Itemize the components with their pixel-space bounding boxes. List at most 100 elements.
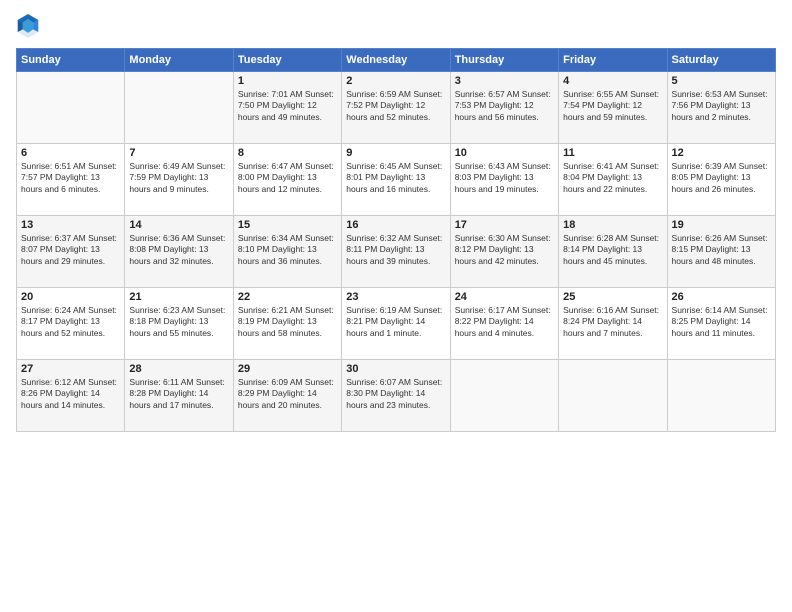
day-number: 22 [238, 291, 337, 303]
calendar-week-3: 13 Sunrise: 6:37 AM Sunset: 8:07 PM Dayli… [17, 216, 776, 288]
calendar-cell: 14 Sunrise: 6:36 AM Sunset: 8:08 PM Dayli… [125, 216, 233, 288]
col-header-sunday: Sunday [17, 49, 125, 72]
calendar-week-1: 1 Sunrise: 7:01 AM Sunset: 7:50 PM Daylig… [17, 72, 776, 144]
calendar-cell: 10 Sunrise: 6:43 AM Sunset: 8:03 PM Dayli… [450, 144, 558, 216]
day-info: Sunrise: 6:24 AM Sunset: 8:17 PM Dayligh… [21, 305, 120, 339]
day-number: 27 [21, 363, 120, 375]
day-info: Sunrise: 6:07 AM Sunset: 8:30 PM Dayligh… [346, 377, 445, 411]
calendar-cell: 7 Sunrise: 6:49 AM Sunset: 7:59 PM Daylig… [125, 144, 233, 216]
day-info: Sunrise: 6:41 AM Sunset: 8:04 PM Dayligh… [563, 161, 662, 195]
day-info: Sunrise: 6:19 AM Sunset: 8:21 PM Dayligh… [346, 305, 445, 339]
day-number: 1 [238, 75, 337, 87]
calendar-cell [559, 360, 667, 432]
day-number: 25 [563, 291, 662, 303]
day-number: 24 [455, 291, 554, 303]
col-header-wednesday: Wednesday [342, 49, 450, 72]
page: SundayMondayTuesdayWednesdayThursdayFrid… [0, 0, 792, 612]
day-info: Sunrise: 6:34 AM Sunset: 8:10 PM Dayligh… [238, 233, 337, 267]
col-header-thursday: Thursday [450, 49, 558, 72]
day-info: Sunrise: 6:12 AM Sunset: 8:26 PM Dayligh… [21, 377, 120, 411]
day-info: Sunrise: 6:17 AM Sunset: 8:22 PM Dayligh… [455, 305, 554, 339]
day-number: 11 [563, 147, 662, 159]
calendar-cell: 20 Sunrise: 6:24 AM Sunset: 8:17 PM Dayli… [17, 288, 125, 360]
calendar-cell: 4Sunrise: 6:55 AM Sunset: 7:54 PM Daylig… [559, 72, 667, 144]
calendar-cell: 28Sunrise: 6:11 AM Sunset: 8:28 PM Dayli… [125, 360, 233, 432]
col-header-saturday: Saturday [667, 49, 775, 72]
day-info: Sunrise: 6:43 AM Sunset: 8:03 PM Dayligh… [455, 161, 554, 195]
day-number: 9 [346, 147, 445, 159]
day-number: 16 [346, 219, 445, 231]
day-info: Sunrise: 6:53 AM Sunset: 7:56 PM Dayligh… [672, 89, 771, 123]
day-number: 14 [129, 219, 228, 231]
calendar-cell: 15 Sunrise: 6:34 AM Sunset: 8:10 PM Dayli… [233, 216, 341, 288]
calendar-cell: 1 Sunrise: 7:01 AM Sunset: 7:50 PM Daylig… [233, 72, 341, 144]
day-number: 6 [21, 147, 120, 159]
day-number: 21 [129, 291, 228, 303]
day-info: Sunrise: 6:39 AM Sunset: 8:05 PM Dayligh… [672, 161, 771, 195]
calendar-cell: 5Sunrise: 6:53 AM Sunset: 7:56 PM Daylig… [667, 72, 775, 144]
day-info: Sunrise: 6:16 AM Sunset: 8:24 PM Dayligh… [563, 305, 662, 339]
calendar-cell: 24 Sunrise: 6:17 AM Sunset: 8:22 PM Dayli… [450, 288, 558, 360]
col-header-monday: Monday [125, 49, 233, 72]
calendar-cell: 23 Sunrise: 6:19 AM Sunset: 8:21 PM Dayli… [342, 288, 450, 360]
day-info: Sunrise: 6:26 AM Sunset: 8:15 PM Dayligh… [672, 233, 771, 267]
calendar-cell: 25 Sunrise: 6:16 AM Sunset: 8:24 PM Dayli… [559, 288, 667, 360]
day-number: 15 [238, 219, 337, 231]
day-info: Sunrise: 7:01 AM Sunset: 7:50 PM Dayligh… [238, 89, 337, 123]
calendar-cell: 11 Sunrise: 6:41 AM Sunset: 8:04 PM Dayli… [559, 144, 667, 216]
day-info: Sunrise: 6:47 AM Sunset: 8:00 PM Dayligh… [238, 161, 337, 195]
calendar-cell: 19 Sunrise: 6:26 AM Sunset: 8:15 PM Dayli… [667, 216, 775, 288]
day-info: Sunrise: 6:59 AM Sunset: 7:52 PM Dayligh… [346, 89, 445, 123]
day-info: Sunrise: 6:51 AM Sunset: 7:57 PM Dayligh… [21, 161, 120, 195]
day-number: 18 [563, 219, 662, 231]
day-info: Sunrise: 6:11 AM Sunset: 8:28 PM Dayligh… [129, 377, 228, 411]
calendar-cell: 27 Sunrise: 6:12 AM Sunset: 8:26 PM Dayli… [17, 360, 125, 432]
day-number: 29 [238, 363, 337, 375]
day-number: 7 [129, 147, 228, 159]
calendar-cell: 2Sunrise: 6:59 AM Sunset: 7:52 PM Daylig… [342, 72, 450, 144]
day-number: 13 [21, 219, 120, 231]
col-header-tuesday: Tuesday [233, 49, 341, 72]
day-info: Sunrise: 6:30 AM Sunset: 8:12 PM Dayligh… [455, 233, 554, 267]
calendar-cell [450, 360, 558, 432]
day-number: 3 [455, 75, 554, 87]
calendar-cell: 30 Sunrise: 6:07 AM Sunset: 8:30 PM Dayli… [342, 360, 450, 432]
calendar-cell [17, 72, 125, 144]
calendar-cell: 21Sunrise: 6:23 AM Sunset: 8:18 PM Dayli… [125, 288, 233, 360]
calendar-cell: 17 Sunrise: 6:30 AM Sunset: 8:12 PM Dayli… [450, 216, 558, 288]
calendar-table: SundayMondayTuesdayWednesdayThursdayFrid… [16, 48, 776, 432]
calendar-cell: 22 Sunrise: 6:21 AM Sunset: 8:19 PM Dayli… [233, 288, 341, 360]
calendar-header-row: SundayMondayTuesdayWednesdayThursdayFrid… [17, 49, 776, 72]
day-number: 17 [455, 219, 554, 231]
calendar-cell: 29Sunrise: 6:09 AM Sunset: 8:29 PM Dayli… [233, 360, 341, 432]
day-info: Sunrise: 6:21 AM Sunset: 8:19 PM Dayligh… [238, 305, 337, 339]
logo [16, 12, 44, 40]
day-info: Sunrise: 6:49 AM Sunset: 7:59 PM Dayligh… [129, 161, 228, 195]
day-number: 10 [455, 147, 554, 159]
day-info: Sunrise: 6:14 AM Sunset: 8:25 PM Dayligh… [672, 305, 771, 339]
calendar-cell: 6 Sunrise: 6:51 AM Sunset: 7:57 PM Daylig… [17, 144, 125, 216]
calendar-cell: 3 Sunrise: 6:57 AM Sunset: 7:53 PM Daylig… [450, 72, 558, 144]
calendar-cell: 26 Sunrise: 6:14 AM Sunset: 8:25 PM Dayli… [667, 288, 775, 360]
day-number: 20 [21, 291, 120, 303]
day-info: Sunrise: 6:37 AM Sunset: 8:07 PM Dayligh… [21, 233, 120, 267]
day-number: 19 [672, 219, 771, 231]
day-info: Sunrise: 6:36 AM Sunset: 8:08 PM Dayligh… [129, 233, 228, 267]
calendar-week-4: 20 Sunrise: 6:24 AM Sunset: 8:17 PM Dayli… [17, 288, 776, 360]
day-info: Sunrise: 6:28 AM Sunset: 8:14 PM Dayligh… [563, 233, 662, 267]
day-number: 30 [346, 363, 445, 375]
calendar-cell [125, 72, 233, 144]
day-info: Sunrise: 6:57 AM Sunset: 7:53 PM Dayligh… [455, 89, 554, 123]
calendar-cell: 12 Sunrise: 6:39 AM Sunset: 8:05 PM Dayli… [667, 144, 775, 216]
day-number: 12 [672, 147, 771, 159]
day-number: 23 [346, 291, 445, 303]
day-info: Sunrise: 6:32 AM Sunset: 8:11 PM Dayligh… [346, 233, 445, 267]
calendar-week-5: 27 Sunrise: 6:12 AM Sunset: 8:26 PM Dayli… [17, 360, 776, 432]
calendar-cell: 13 Sunrise: 6:37 AM Sunset: 8:07 PM Dayli… [17, 216, 125, 288]
day-number: 26 [672, 291, 771, 303]
day-number: 8 [238, 147, 337, 159]
calendar-cell [667, 360, 775, 432]
day-info: Sunrise: 6:45 AM Sunset: 8:01 PM Dayligh… [346, 161, 445, 195]
calendar-cell: 16 Sunrise: 6:32 AM Sunset: 8:11 PM Dayli… [342, 216, 450, 288]
day-info: Sunrise: 6:55 AM Sunset: 7:54 PM Dayligh… [563, 89, 662, 123]
